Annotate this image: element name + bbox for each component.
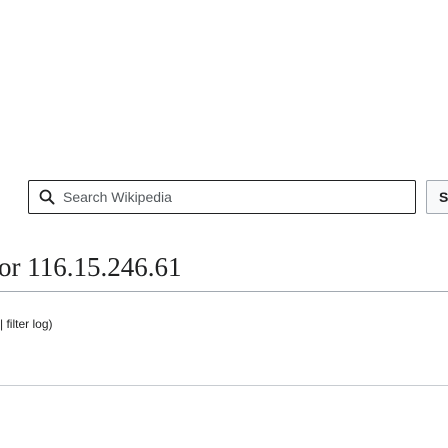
search-input[interactable]: [63, 189, 403, 205]
page-subtitle: | filter log): [0, 316, 53, 332]
filter-log-link[interactable]: filter log: [6, 317, 48, 331]
subtitle-close-paren: ): [48, 317, 53, 331]
page-title: or 116.15.246.61: [0, 252, 182, 282]
search-button[interactable]: S: [426, 180, 448, 214]
page: S or 116.15.246.61 | filter log): [0, 0, 448, 448]
heading-divider: [0, 291, 448, 292]
content-divider: [0, 385, 448, 386]
search-icon: [37, 187, 57, 207]
search-box[interactable]: [28, 180, 416, 214]
